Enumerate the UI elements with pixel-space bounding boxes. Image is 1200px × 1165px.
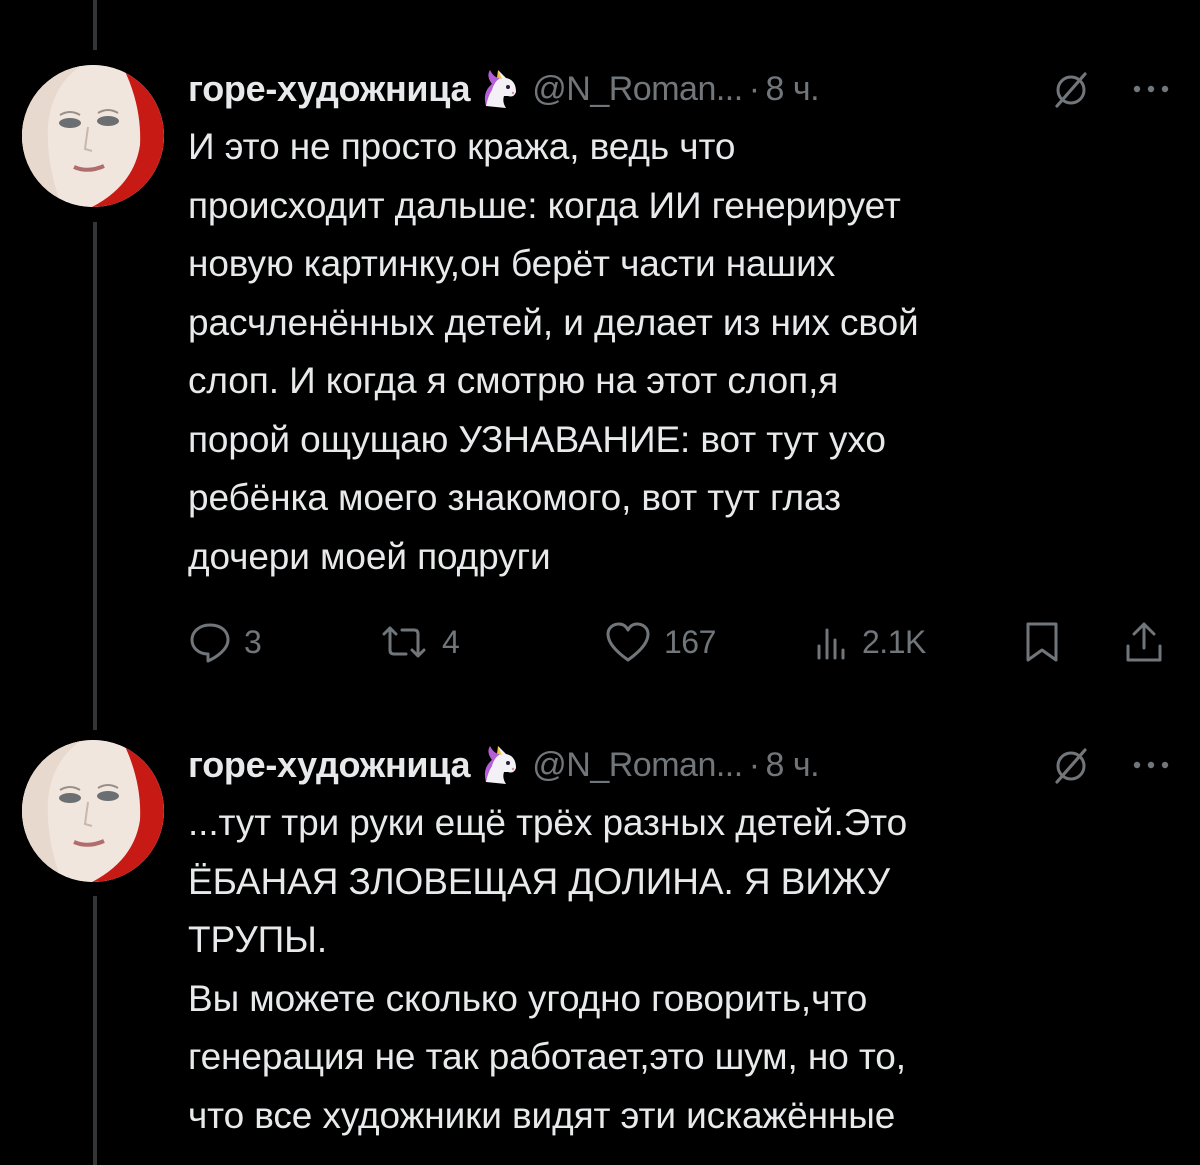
author-handle[interactable]: @N_Roman... bbox=[532, 70, 743, 109]
author-name[interactable]: горе-художница bbox=[188, 68, 471, 110]
like-button[interactable]: 167 bbox=[604, 612, 716, 672]
more-icon[interactable] bbox=[1129, 750, 1173, 780]
thread-line-bottom bbox=[93, 896, 97, 1165]
author-name[interactable]: горе-художница bbox=[188, 744, 471, 786]
timestamp[interactable]: 8 ч. bbox=[766, 70, 820, 109]
grok-icon[interactable] bbox=[1051, 70, 1091, 110]
tweet-text: ...тут три руки ещё трёх разных детей.Эт… bbox=[188, 802, 908, 1136]
author-handle[interactable]: @N_Roman... bbox=[532, 746, 743, 785]
avatar[interactable] bbox=[22, 65, 164, 207]
share-icon bbox=[1126, 622, 1162, 662]
bookmark-icon bbox=[1026, 622, 1058, 662]
views-icon bbox=[817, 628, 845, 660]
tweet-text: И это не просто кража, ведь что происход… bbox=[188, 126, 919, 577]
heart-icon bbox=[606, 622, 650, 662]
reply-button[interactable]: 3 bbox=[188, 612, 262, 672]
retweet-button[interactable]: 4 bbox=[378, 612, 460, 672]
unicorn-icon bbox=[485, 70, 517, 108]
tweet-header: горе-художница @N_Roman... · 8 ч. bbox=[188, 60, 1173, 118]
bookmark-button[interactable] bbox=[1022, 612, 1062, 672]
separator-dot: · bbox=[748, 745, 760, 784]
views-count: 2.1K bbox=[862, 623, 926, 660]
retweet-icon bbox=[382, 626, 426, 658]
share-button[interactable] bbox=[1122, 612, 1166, 672]
views-button[interactable]: 2.1K bbox=[814, 612, 926, 672]
retweet-count: 4 bbox=[442, 623, 460, 660]
grok-icon[interactable] bbox=[1051, 746, 1091, 786]
reply-icon bbox=[190, 623, 230, 663]
like-count: 167 bbox=[664, 623, 716, 660]
thread-line-middle bbox=[93, 222, 97, 730]
more-icon[interactable] bbox=[1129, 74, 1173, 104]
reply-count: 3 bbox=[244, 623, 262, 660]
tweet-actions: 3 4 167 2.1K bbox=[188, 612, 1173, 672]
unicorn-icon bbox=[485, 746, 517, 784]
timestamp[interactable]: 8 ч. bbox=[766, 746, 820, 785]
thread-line-top bbox=[93, 0, 97, 50]
tweet-header: горе-художница @N_Roman... · 8 ч. bbox=[188, 736, 1173, 794]
avatar[interactable] bbox=[22, 740, 164, 882]
separator-dot: · bbox=[748, 69, 760, 108]
